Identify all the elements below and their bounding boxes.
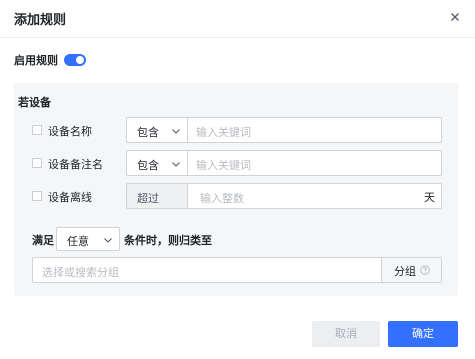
cancel-button[interactable]: 取消 <box>312 321 380 347</box>
chevron-down-icon <box>104 238 112 243</box>
add-rule-dialog: 添加规则 启用规则 若设备 设备名称 包含 输入关键词 设备备注名 包含 输入关… <box>0 0 475 359</box>
close-icon[interactable] <box>447 9 463 25</box>
device-offline-operator: 超过 <box>126 183 188 209</box>
match-prefix: 满足 <box>32 234 54 247</box>
device-remark-operator-select[interactable]: 包含 <box>126 150 188 176</box>
device-name-label: 设备名称 <box>48 125 92 138</box>
help-circle-icon <box>420 265 430 275</box>
integer-placeholder: 输入整数 <box>200 192 244 205</box>
device-name-keyword-input[interactable]: 输入关键词 <box>188 117 442 143</box>
device-offline-days-input[interactable]: 输入整数 天 <box>188 183 442 209</box>
conditions-section-title: 若设备 <box>18 96 51 109</box>
keyword-placeholder: 输入关键词 <box>196 126 251 139</box>
operator-value: 包含 <box>137 126 159 139</box>
enable-rule-row: 启用规则 <box>14 52 86 68</box>
device-name-checkbox[interactable] <box>32 125 42 135</box>
device-remark-keyword-input[interactable]: 输入关键词 <box>188 150 442 176</box>
device-offline-label: 设备离线 <box>48 191 92 204</box>
operator-value: 超过 <box>137 192 159 205</box>
condition-row-device-offline: 设备离线 超过 输入整数 天 <box>32 183 442 209</box>
group-search-input[interactable]: 选择或搜索分组 分组 <box>32 257 442 283</box>
match-mode-select[interactable]: 任意 <box>56 227 120 251</box>
operator-value: 包含 <box>137 159 159 172</box>
keyword-placeholder: 输入关键词 <box>196 159 251 172</box>
dialog-title: 添加规则 <box>14 13 67 28</box>
device-remark-label: 设备备注名 <box>48 158 103 171</box>
match-suffix: 条件时，则归类至 <box>124 234 212 247</box>
group-addon-button[interactable]: 分组 <box>381 258 441 282</box>
group-addon-label: 分组 <box>394 265 416 278</box>
enable-rule-label: 启用规则 <box>14 54 58 67</box>
condition-row-device-name: 设备名称 包含 输入关键词 <box>32 117 442 143</box>
condition-row-device-remark: 设备备注名 包含 输入关键词 <box>32 150 442 176</box>
match-mode-value: 任意 <box>67 235 89 248</box>
toggle-knob <box>76 56 84 64</box>
device-remark-checkbox[interactable] <box>32 158 42 168</box>
dialog-header: 添加规则 <box>0 0 475 38</box>
group-placeholder: 选择或搜索分组 <box>42 266 119 279</box>
chevron-down-icon <box>172 162 180 167</box>
device-name-operator-select[interactable]: 包含 <box>126 117 188 143</box>
confirm-button[interactable]: 确定 <box>388 321 458 347</box>
enable-rule-toggle[interactable] <box>64 54 86 66</box>
device-offline-checkbox[interactable] <box>32 191 42 201</box>
days-unit: 天 <box>424 191 435 204</box>
chevron-down-icon <box>172 129 180 134</box>
